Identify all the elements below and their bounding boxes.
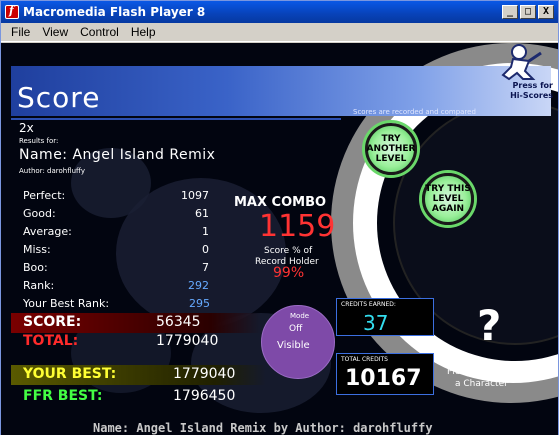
press-for-text: Press for: [512, 81, 553, 90]
menu-bar: File View Control Help: [1, 23, 558, 42]
stat-boo-value: 7: [202, 261, 209, 274]
minimize-button[interactable]: _: [502, 5, 518, 19]
stat-rank-value: 292: [188, 279, 209, 292]
song-name: Name: Angel Island Remix: [19, 147, 216, 163]
total-credits-value: 10167: [345, 366, 422, 391]
menu-help[interactable]: Help: [125, 25, 162, 39]
character-question-icon: ?: [477, 301, 502, 350]
total-credits-label: TOTAL CREDITS: [341, 356, 388, 363]
score-pct-label: Score % of: [264, 246, 313, 256]
choose-character-line1: Please Choose: [447, 367, 513, 377]
flash-app-icon: [5, 4, 19, 19]
stat-good-value: 61: [195, 207, 209, 220]
close-button[interactable]: X: [538, 5, 554, 19]
choose-character-button[interactable]: ? Please Choose a Character: [441, 301, 541, 401]
menu-control[interactable]: Control: [74, 25, 125, 39]
multiplier-text: 2x: [19, 121, 34, 135]
max-combo-label: MAX COMBO: [234, 195, 327, 210]
choose-character-line2: a Character: [455, 379, 508, 389]
stat-miss-value: 0: [202, 243, 209, 256]
window-title: Macromedia Flash Player 8: [23, 5, 206, 19]
stat-average-value: 1: [202, 225, 209, 238]
footer-song-info: Name: Angel Island Remix by Author: daro…: [93, 421, 433, 435]
mascot-runner-icon: [501, 44, 542, 81]
title-bar[interactable]: Macromedia Flash Player 8 _ □ X: [1, 1, 558, 23]
score-label: SCORE:: [23, 314, 82, 330]
total-credits-box: TOTAL CREDITS 10167: [336, 353, 434, 395]
ffr-best-value: 1796450: [173, 388, 236, 404]
mode-label: Mode: [290, 312, 310, 320]
hi-scores-text: Hi-Scores: [510, 91, 553, 100]
stat-miss-label: Miss:: [23, 243, 51, 256]
banner-underline: [11, 118, 341, 120]
stat-average-label: Average:: [23, 225, 72, 238]
flash-player-window: Macromedia Flash Player 8 _ □ X File Vie…: [0, 0, 559, 435]
try-level-again-button[interactable]: TRY THIS LEVEL AGAIN: [422, 173, 474, 225]
best-rank-value: 295: [189, 297, 210, 310]
mode-visible: Visible: [277, 340, 310, 351]
menu-view[interactable]: View: [36, 25, 74, 39]
results-for-label: Results for:: [19, 137, 59, 145]
try-another-level-button[interactable]: TRY ANOTHER LEVEL: [365, 123, 417, 175]
stat-perfect-label: Perfect:: [23, 189, 66, 202]
your-best-label: YOUR BEST:: [23, 366, 117, 382]
hi-scores-button[interactable]: Press for Hi-Scores: [491, 43, 555, 105]
stat-rank-label: Rank:: [23, 279, 55, 292]
ffr-best-label: FFR BEST:: [23, 388, 103, 404]
max-combo-value: 1159: [259, 209, 336, 244]
flash-stage: Score Press for Hi-Scores Scores are rec…: [1, 43, 558, 435]
record-pct-value: 99%: [273, 265, 305, 281]
recorded-note: Scores are recorded and compared: [353, 108, 476, 116]
best-rank-label: Your Best Rank:: [23, 297, 110, 310]
score-value: 56345: [156, 314, 201, 330]
credits-earned-value: 37: [363, 311, 389, 335]
stat-boo-label: Boo:: [23, 261, 48, 274]
total-value: 1779040: [156, 333, 219, 349]
maximize-button[interactable]: □: [520, 5, 536, 19]
your-best-value: 1779040: [173, 366, 236, 382]
total-label: TOTAL:: [23, 333, 79, 349]
stat-perfect-value: 1097: [181, 189, 209, 202]
page-title: Score: [17, 81, 101, 114]
mode-off: Off: [289, 324, 303, 334]
song-author: Author: darohfluffy: [19, 167, 86, 175]
credits-earned-label: CREDITS EARNED:: [341, 301, 396, 308]
stat-good-label: Good:: [23, 207, 56, 220]
credits-earned-box: CREDITS EARNED: 37: [336, 298, 434, 336]
mode-toggle[interactable]: Mode Off Visible: [261, 305, 335, 379]
menu-file[interactable]: File: [5, 25, 36, 39]
